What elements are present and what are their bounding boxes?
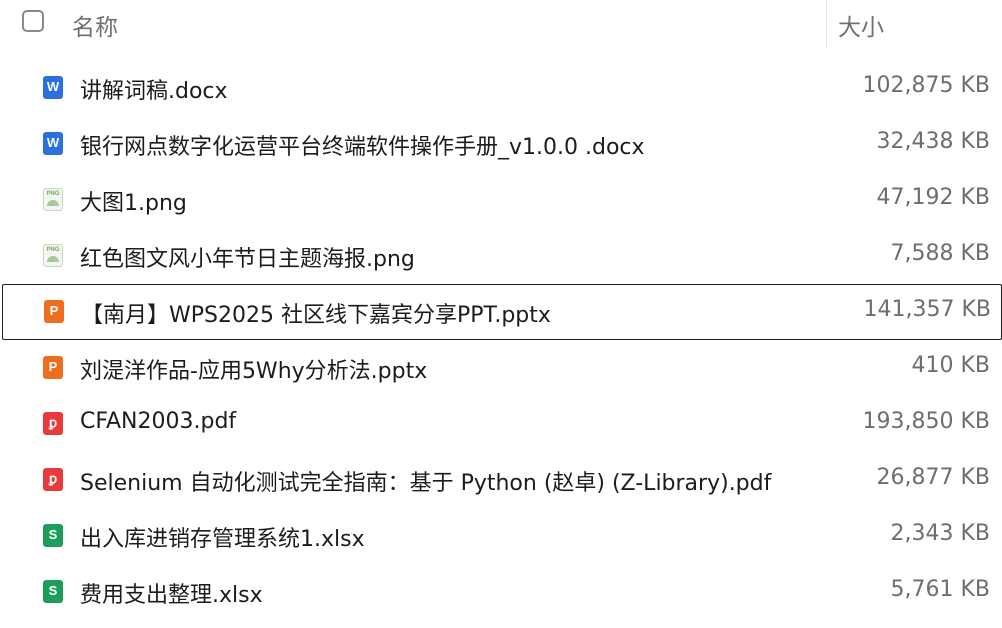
file-icon-glyph: ꝑ bbox=[48, 415, 58, 430]
png-image-icon: PNG bbox=[43, 188, 63, 211]
file-name[interactable]: 费用支出整理.xlsx bbox=[80, 577, 263, 609]
file-size: 2,343 KB bbox=[890, 521, 991, 546]
file-icon-glyph: P bbox=[48, 359, 58, 374]
file-icon-glyph: PNG bbox=[46, 247, 60, 253]
file-name[interactable]: 银行网点数字化运营平台终端软件操作手册_v1.0.0 .docx bbox=[80, 129, 645, 161]
file-icon-glyph: S bbox=[48, 583, 58, 598]
ppt-icon: P bbox=[43, 356, 63, 379]
file-size: 7,588 KB bbox=[890, 241, 991, 266]
file-name[interactable]: 红色图文风小年节日主题海报.png bbox=[80, 241, 415, 273]
file-size: 102,875 KB bbox=[862, 73, 991, 98]
file-row[interactable]: ꝑ Selenium 自动化测试完全指南：基于 Python (赵卓) (Z-Li… bbox=[0, 452, 1002, 508]
file-name[interactable]: Selenium 自动化测试完全指南：基于 Python (赵卓) (Z-Lib… bbox=[80, 465, 771, 497]
file-row[interactable]: P 刘湜洋作品-应用5Why分析法.pptx 410 KB bbox=[0, 340, 1002, 396]
file-name[interactable]: 出入库进销存管理系统1.xlsx bbox=[80, 521, 365, 553]
file-row[interactable]: W 讲解词稿.docx 102,875 KB bbox=[0, 60, 1002, 116]
file-name[interactable]: 【南月】WPS2025 社区线下嘉宾分享PPT.pptx bbox=[81, 297, 551, 329]
file-icon-glyph: PNG bbox=[46, 191, 60, 197]
file-size: 32,438 KB bbox=[876, 129, 991, 154]
image-thumbnail-shape bbox=[47, 256, 59, 262]
file-icon-glyph: P bbox=[49, 303, 59, 318]
size-column-header[interactable]: 大小 bbox=[838, 8, 884, 42]
spreadsheet-icon: S bbox=[43, 580, 63, 603]
file-name[interactable]: 大图1.png bbox=[80, 185, 187, 217]
file-row[interactable]: W 银行网点数字化运营平台终端软件操作手册_v1.0.0 .docx 32,438 … bbox=[0, 116, 1002, 172]
ppt-icon: P bbox=[44, 300, 64, 323]
file-icon-glyph: W bbox=[46, 79, 60, 94]
file-icon-glyph: S bbox=[48, 527, 58, 542]
name-column-header[interactable]: 名称 bbox=[72, 8, 118, 42]
file-row[interactable]: S 费用支出整理.xlsx 5,761 KB bbox=[0, 564, 1002, 620]
pdf-icon: ꝑ bbox=[43, 412, 63, 435]
file-name[interactable]: 刘湜洋作品-应用5Why分析法.pptx bbox=[80, 353, 427, 385]
pdf-icon: ꝑ bbox=[43, 468, 63, 491]
file-row[interactable]: PNG 大图1.png 47,192 KB bbox=[0, 172, 1002, 228]
image-thumbnail-shape bbox=[47, 200, 59, 206]
file-size: 141,357 KB bbox=[863, 297, 992, 322]
spreadsheet-icon: S bbox=[43, 524, 63, 547]
png-image-icon: PNG bbox=[43, 244, 63, 267]
column-divider[interactable] bbox=[826, 0, 827, 48]
file-icon-glyph: W bbox=[46, 135, 60, 150]
select-all-checkbox[interactable] bbox=[22, 10, 44, 32]
file-size: 26,877 KB bbox=[876, 465, 991, 490]
file-list-header: 名称 大小 bbox=[0, 0, 1002, 52]
word-doc-icon: W bbox=[43, 132, 63, 155]
word-doc-icon: W bbox=[43, 76, 63, 99]
file-size: 47,192 KB bbox=[876, 185, 991, 210]
file-row[interactable]: S 出入库进销存管理系统1.xlsx 2,343 KB bbox=[0, 508, 1002, 564]
file-size: 5,761 KB bbox=[890, 577, 991, 602]
file-size: 410 KB bbox=[911, 353, 990, 378]
file-name[interactable]: 讲解词稿.docx bbox=[80, 73, 228, 105]
file-row[interactable]: P 【南月】WPS2025 社区线下嘉宾分享PPT.pptx 141,357 KB bbox=[2, 284, 1002, 340]
file-list: W 讲解词稿.docx 102,875 KB W 银行网点数字化运营平台终端软件操作手册… bbox=[0, 60, 1002, 620]
file-icon-glyph: ꝑ bbox=[48, 471, 58, 486]
file-row[interactable]: ꝑ CFAN2003.pdf 193,850 KB bbox=[0, 396, 1002, 452]
file-row[interactable]: PNG 红色图文风小年节日主题海报.png 7,588 KB bbox=[0, 228, 1002, 284]
file-size: 193,850 KB bbox=[862, 409, 991, 434]
file-name[interactable]: CFAN2003.pdf bbox=[80, 409, 236, 434]
